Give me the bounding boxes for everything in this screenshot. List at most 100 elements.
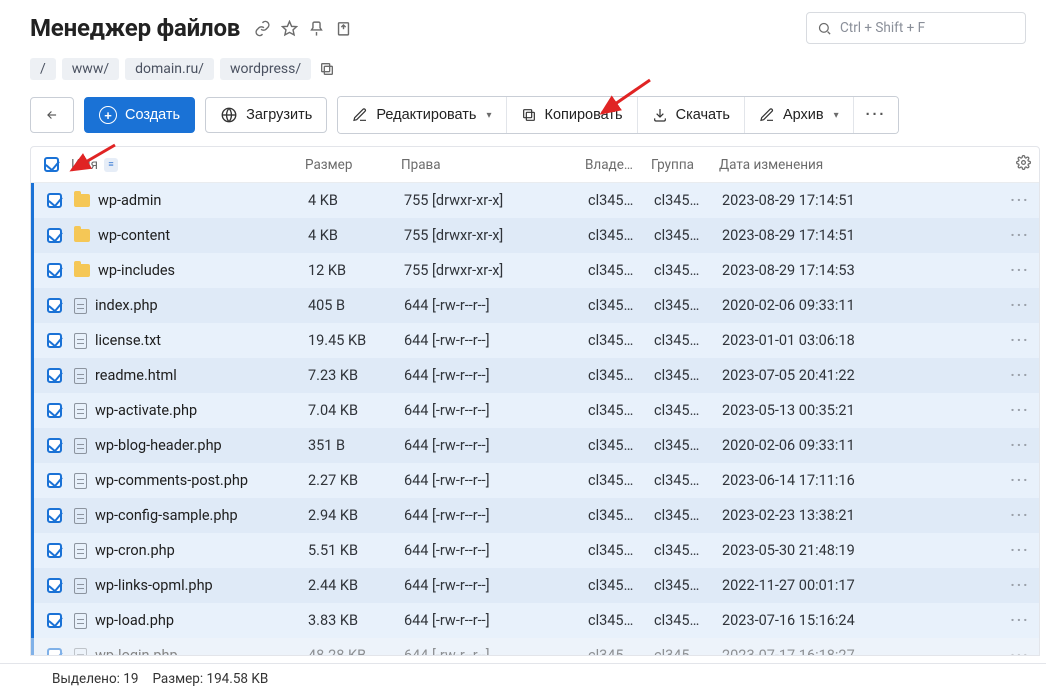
column-size[interactable]: Размер <box>305 157 401 173</box>
row-more-button[interactable]: ··· <box>1002 262 1038 279</box>
breadcrumb-item[interactable]: / <box>30 58 56 80</box>
file-date: 2023-06-14 17:11:16 <box>722 472 1002 489</box>
gear-icon[interactable] <box>1016 155 1031 174</box>
row-checkbox[interactable] <box>47 298 62 313</box>
file-permissions: 644 [-rw-r--r--] <box>404 437 588 454</box>
column-group[interactable]: Группа <box>651 157 719 173</box>
file-size: 3.83 KB <box>308 612 404 629</box>
row-more-button[interactable]: ··· <box>1002 367 1038 384</box>
row-more-button[interactable]: ··· <box>1002 507 1038 524</box>
row-more-button[interactable]: ··· <box>1002 472 1038 489</box>
link-icon[interactable] <box>254 20 271 37</box>
row-checkbox[interactable] <box>47 403 62 418</box>
file-size: 7.04 KB <box>308 402 404 419</box>
column-owner[interactable]: Владе… <box>585 157 651 173</box>
file-table: Имя ≡ Размер Права Владе… Группа Дата из… <box>30 146 1040 656</box>
download-button-label: Скачать <box>676 107 730 123</box>
row-more-button[interactable]: ··· <box>1002 297 1038 314</box>
table-row[interactable]: wp-blog-header.php 351 B 644 [-rw-r--r--… <box>31 428 1039 463</box>
row-checkbox[interactable] <box>47 543 62 558</box>
table-row[interactable]: wp-includes 12 KB 755 [drwxr-xr-x] cl345… <box>31 253 1039 288</box>
row-checkbox[interactable] <box>47 613 62 628</box>
row-checkbox[interactable] <box>47 648 62 656</box>
download-button[interactable]: Скачать <box>638 97 745 133</box>
file-date: 2023-07-16 15:16:24 <box>722 612 1002 629</box>
table-row[interactable]: wp-activate.php 7.04 KB 644 [-rw-r--r--]… <box>31 393 1039 428</box>
file-permissions: 755 [drwxr-xr-x] <box>404 262 588 279</box>
column-permissions[interactable]: Права <box>401 157 585 173</box>
row-checkbox[interactable] <box>47 333 62 348</box>
row-more-button[interactable]: ··· <box>1002 542 1038 559</box>
file-date: 2023-07-17 16:18:27 <box>722 647 1002 656</box>
pin-icon[interactable] <box>308 20 325 37</box>
archive-button[interactable]: Архив ▾ <box>745 97 854 133</box>
row-more-button[interactable]: ··· <box>1002 402 1038 419</box>
breadcrumb-item[interactable]: domain.ru/ <box>125 58 214 80</box>
file-date: 2022-11-27 00:01:17 <box>722 577 1002 594</box>
file-group: cl345… <box>654 577 722 594</box>
breadcrumb-item[interactable]: www/ <box>62 58 119 80</box>
table-row[interactable]: wp-comments-post.php 2.27 KB 644 [-rw-r-… <box>31 463 1039 498</box>
table-row[interactable]: wp-content 4 KB 755 [drwxr-xr-x] cl345… … <box>31 218 1039 253</box>
file-size: 4 KB <box>308 192 404 209</box>
file-name: wp-includes <box>98 262 175 279</box>
table-row[interactable]: license.txt 19.45 KB 644 [-rw-r--r--] cl… <box>31 323 1039 358</box>
table-row[interactable]: wp-login.php 48.28 KB 644 [-rw-r--r--] c… <box>31 638 1039 656</box>
row-checkbox[interactable] <box>47 228 62 243</box>
file-size: 2.94 KB <box>308 507 404 524</box>
box-icon[interactable] <box>335 20 352 37</box>
upload-button[interactable]: Загрузить <box>205 97 327 133</box>
file-group: cl345… <box>654 227 722 244</box>
table-row[interactable]: readme.html 7.23 KB 644 [-rw-r--r--] cl3… <box>31 358 1039 393</box>
table-header: Имя ≡ Размер Права Владе… Группа Дата из… <box>31 147 1039 183</box>
row-more-button[interactable]: ··· <box>1002 332 1038 349</box>
breadcrumb-item[interactable]: wordpress/ <box>220 58 311 80</box>
file-group: cl345… <box>654 192 722 209</box>
file-date: 2023-08-29 17:14:51 <box>722 192 1002 209</box>
table-row[interactable]: wp-cron.php 5.51 KB 644 [-rw-r--r--] cl3… <box>31 533 1039 568</box>
row-checkbox[interactable] <box>47 263 62 278</box>
chevron-down-icon: ▾ <box>487 110 492 121</box>
row-checkbox[interactable] <box>47 473 62 488</box>
file-permissions: 644 [-rw-r--r--] <box>404 367 588 384</box>
row-more-button[interactable]: ··· <box>1002 227 1038 244</box>
row-more-button[interactable]: ··· <box>1002 192 1038 209</box>
file-permissions: 755 [drwxr-xr-x] <box>404 227 588 244</box>
row-checkbox[interactable] <box>47 578 62 593</box>
file-icon <box>74 403 87 419</box>
status-size-value: 194.58 KB <box>207 671 269 687</box>
copy-path-icon[interactable] <box>319 61 335 77</box>
file-permissions: 644 [-rw-r--r--] <box>404 472 588 489</box>
edit-button[interactable]: Редактировать ▾ <box>338 97 506 133</box>
table-row[interactable]: wp-config-sample.php 2.94 KB 644 [-rw-r-… <box>31 498 1039 533</box>
globe-upload-icon <box>220 106 238 124</box>
row-more-button[interactable]: ··· <box>1002 612 1038 629</box>
row-checkbox[interactable] <box>47 368 62 383</box>
table-row[interactable]: index.php 405 B 644 [-rw-r--r--] cl345… … <box>31 288 1039 323</box>
more-actions-button[interactable]: ··· <box>854 97 899 133</box>
row-checkbox[interactable] <box>47 438 62 453</box>
create-button[interactable]: + Создать <box>84 97 195 133</box>
star-icon[interactable] <box>281 20 298 37</box>
row-checkbox[interactable] <box>47 193 62 208</box>
folder-icon <box>74 194 90 207</box>
table-row[interactable]: wp-admin 4 KB 755 [drwxr-xr-x] cl345… cl… <box>31 183 1039 218</box>
table-row[interactable]: wp-links-opml.php 2.44 KB 644 [-rw-r--r-… <box>31 568 1039 603</box>
toolbar: + Создать Загрузить Редактировать ▾ Копи… <box>0 90 1046 146</box>
file-permissions: 644 [-rw-r--r--] <box>404 612 588 629</box>
column-name[interactable]: Имя ≡ <box>71 157 305 173</box>
row-checkbox[interactable] <box>47 508 62 523</box>
file-owner: cl345… <box>588 577 654 594</box>
back-button[interactable] <box>30 97 74 133</box>
row-more-button[interactable]: ··· <box>1002 577 1038 594</box>
column-date[interactable]: Дата изменения <box>719 157 999 173</box>
search-input[interactable]: Ctrl + Shift + F <box>806 12 1026 44</box>
file-icon <box>74 298 87 314</box>
file-permissions: 755 [drwxr-xr-x] <box>404 192 588 209</box>
upload-button-label: Загрузить <box>246 107 312 123</box>
table-row[interactable]: wp-load.php 3.83 KB 644 [-rw-r--r--] cl3… <box>31 603 1039 638</box>
row-more-button[interactable]: ··· <box>1002 437 1038 454</box>
select-all-checkbox[interactable] <box>44 157 59 172</box>
row-more-button[interactable]: ··· <box>1002 647 1038 656</box>
copy-button[interactable]: Копировать <box>507 97 638 133</box>
